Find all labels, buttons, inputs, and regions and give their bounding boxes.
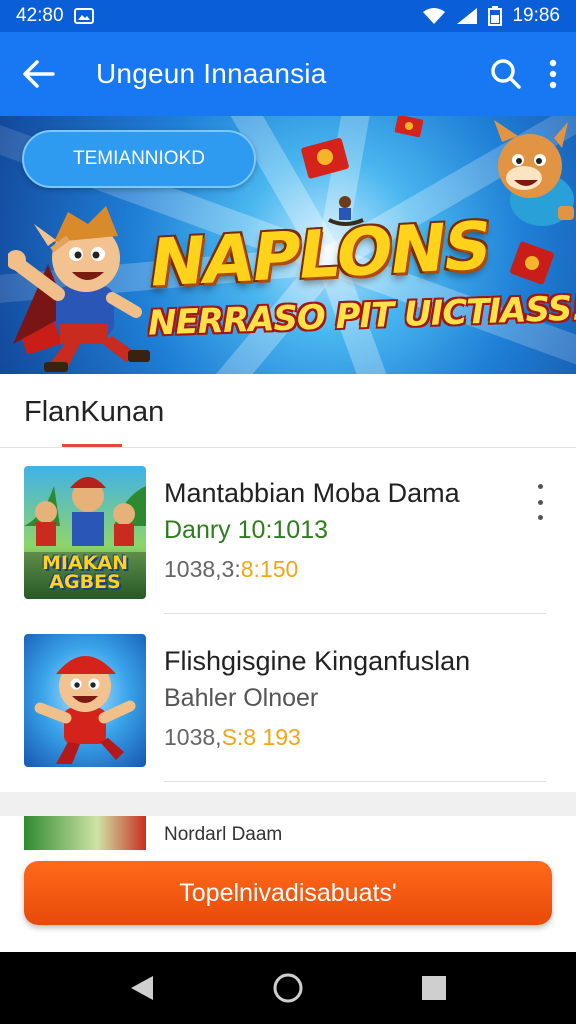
banner-chip-button[interactable]: TEMIANNIOKD [22, 130, 256, 188]
item-more-icon[interactable] [530, 484, 550, 520]
footer-area: Topelnivadisabuats' [0, 850, 576, 952]
game-list: MIAKAN AGBES Mantabbian Moba Dama Danry … [0, 448, 576, 792]
list-item[interactable]: Flishgisgine Kinganfuslan Bahler Olnoer … [0, 616, 576, 782]
game-thumbnail: MIAKAN AGBES [24, 466, 146, 599]
status-time: 42:80 [16, 5, 64, 26]
item-meta-prefix: 1038, [164, 724, 222, 750]
app-bar: Ungeun Innaansia [0, 32, 576, 116]
item-divider [164, 781, 546, 782]
recents-square-icon[interactable] [421, 975, 447, 1001]
list-item-partial[interactable]: Nordarl Daam [0, 816, 576, 850]
item-divider [164, 613, 546, 614]
item-meta-highlight: 8:150 [240, 556, 299, 582]
home-circle-icon[interactable] [272, 972, 304, 1004]
game-thumbnail [24, 816, 146, 850]
item-meta: 1038,3:8:150 [164, 556, 298, 583]
game-thumbnail [24, 634, 146, 767]
item-title: Flishgisgine Kinganfuslan [164, 646, 471, 676]
app-title: Ungeun Innaansia [96, 58, 327, 89]
status-clock: 19:86 [512, 5, 560, 26]
item-subtitle: Danry 10:1013 [164, 516, 329, 544]
item-subtitle: Bahler Olnoer [164, 684, 319, 712]
game-thumbnail-art [24, 634, 146, 767]
system-nav-bar [0, 952, 576, 1024]
section-underline [62, 444, 122, 447]
status-bar: 42:80 19:86 [0, 0, 576, 32]
section-title: FlanKunan [24, 396, 165, 428]
status-right: 19:86 [422, 5, 560, 27]
search-icon[interactable] [490, 58, 522, 90]
photo-icon [73, 7, 94, 25]
primary-cta-button[interactable]: Topelnivadisabuats' [24, 861, 552, 925]
animal-mascot-illustration [494, 120, 574, 226]
app-actions [490, 58, 558, 90]
hero-character-illustration [8, 206, 150, 372]
game-thumbnail-caption: MIAKAN AGBES [41, 552, 128, 593]
more-vert-icon[interactable] [548, 59, 558, 89]
item-title: Mantabbian Moba Dama [164, 478, 460, 508]
status-left: 42:80 [16, 5, 94, 27]
item-title: Nordarl Daam [164, 824, 283, 845]
promo-banner[interactable]: TEMIANNIOKD NAPLONS NERRASO PIT UICTIASS… [0, 116, 576, 374]
wifi-icon [422, 7, 446, 25]
item-meta-highlight: S:8 193 [221, 724, 301, 750]
item-meta-prefix: 1038,3: [164, 556, 241, 582]
red-envelope-icon [394, 116, 424, 138]
list-item[interactable]: MIAKAN AGBES Mantabbian Moba Dama Danry … [0, 448, 576, 614]
red-envelope-icon [510, 241, 554, 285]
red-envelope-icon [301, 138, 349, 179]
item-meta: 1038,S:8 193 [164, 724, 301, 751]
list-separator-band [0, 792, 576, 816]
section-header: FlanKunan [0, 374, 576, 448]
battery-icon [488, 6, 503, 26]
signal-icon [456, 7, 478, 25]
back-triangle-icon[interactable] [129, 974, 155, 1002]
back-arrow-icon[interactable] [22, 59, 56, 89]
